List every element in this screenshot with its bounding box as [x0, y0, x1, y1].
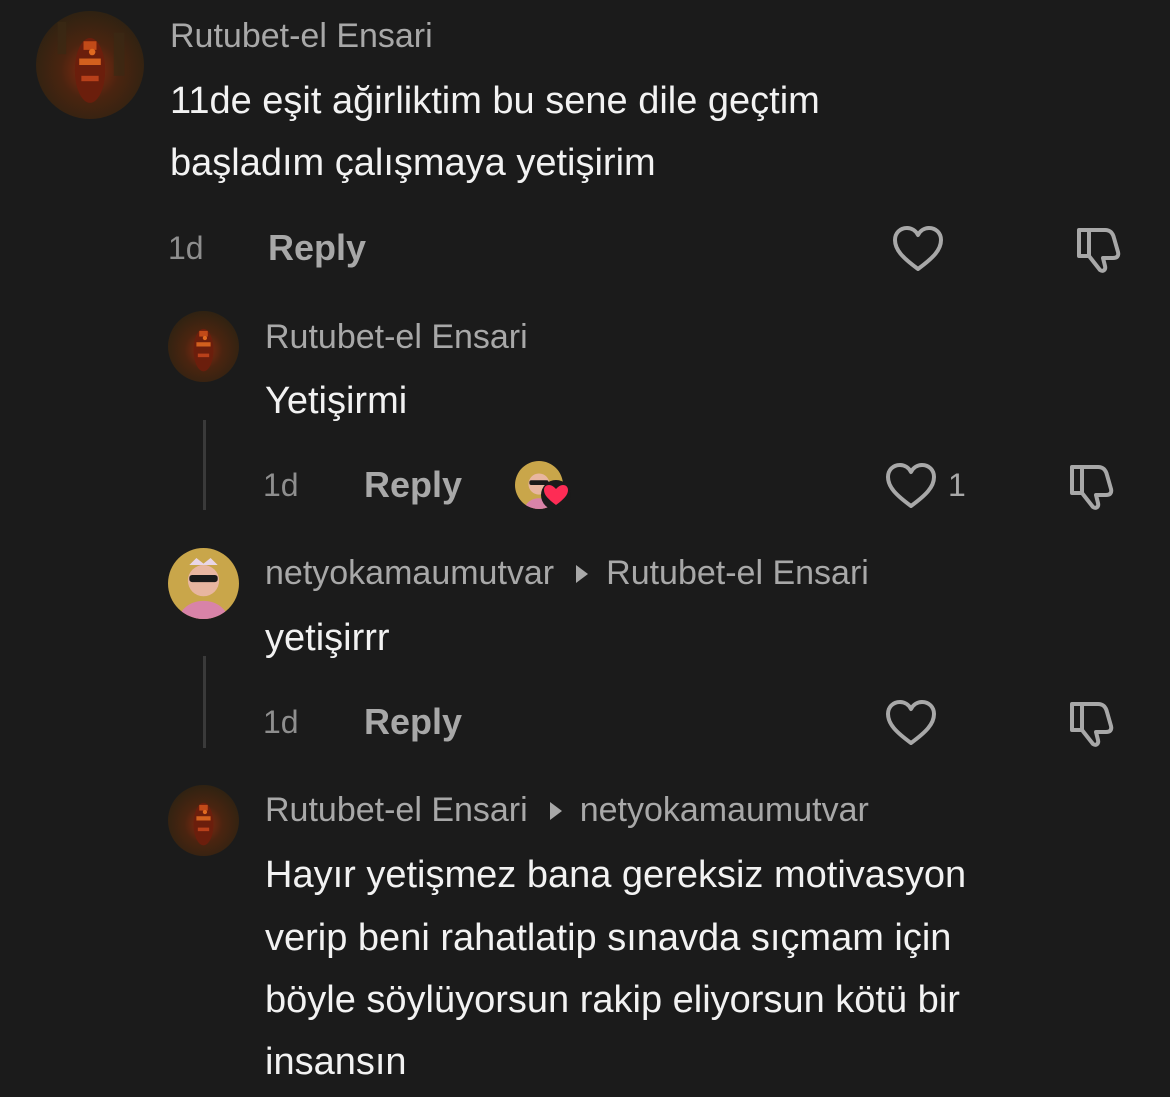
comment-text-line: verip beni rahatlatip sınavda sıçmam içi…	[265, 917, 952, 959]
heart-icon[interactable]	[884, 461, 938, 511]
comment-text-line: böyle söylüyorsun rakip eliyorsun kötü b…	[265, 979, 960, 1021]
comment-username[interactable]: Rutubet-el Ensari	[170, 16, 433, 56]
comment-text-line: Yetişirmi	[265, 380, 408, 422]
reply-arrow-icon	[549, 802, 562, 820]
dislike-icon[interactable]	[1064, 461, 1118, 511]
comment-username[interactable]: Rutubet-el Ensari netyokamaumutvar	[265, 790, 869, 830]
heart-icon[interactable]	[891, 224, 945, 274]
comment-text-line: yetişirrr	[265, 617, 390, 659]
heart-icon[interactable]	[884, 698, 938, 748]
heart-badge-icon	[540, 480, 572, 510]
comment-text-line: başladım çalışmaya yetişirim	[170, 142, 656, 184]
reply-button[interactable]: Reply	[364, 465, 462, 505]
avatar[interactable]	[36, 11, 144, 119]
comment-thread: Rutubet-el Ensari 11de eşit ağirliktim b…	[0, 0, 1170, 1097]
comment-author[interactable]: Rutubet-el Ensari	[265, 791, 528, 829]
dislike-icon[interactable]	[1071, 224, 1125, 274]
avatar[interactable]	[168, 785, 239, 856]
comment-text-line: insansın	[265, 1041, 407, 1083]
comment-username[interactable]: Rutubet-el Ensari	[265, 317, 528, 357]
comment-timestamp: 1d	[263, 704, 299, 740]
comment-timestamp: 1d	[263, 467, 299, 503]
avatar[interactable]	[168, 311, 239, 382]
avatar[interactable]	[168, 548, 239, 619]
reply-button[interactable]: Reply	[268, 228, 366, 268]
comment-author[interactable]: netyokamaumutvar	[265, 554, 554, 592]
reply-button[interactable]: Reply	[364, 702, 462, 742]
comment-text-line: 11de eşit ağirliktim bu sene dile geçtim	[170, 80, 820, 122]
reply-to-user[interactable]: netyokamaumutvar	[580, 791, 869, 829]
comment-username[interactable]: netyokamaumutvar Rutubet-el Ensari	[265, 553, 869, 593]
reply-arrow-icon	[576, 565, 589, 583]
thread-line	[203, 420, 206, 510]
dislike-icon[interactable]	[1064, 698, 1118, 748]
like-count: 1	[948, 467, 966, 503]
comment-text-line: Hayır yetişmez bana gereksiz motivasyon	[265, 854, 967, 896]
reply-to-user[interactable]: Rutubet-el Ensari	[606, 554, 869, 592]
thread-line	[203, 656, 206, 748]
comment-timestamp: 1d	[168, 230, 204, 266]
